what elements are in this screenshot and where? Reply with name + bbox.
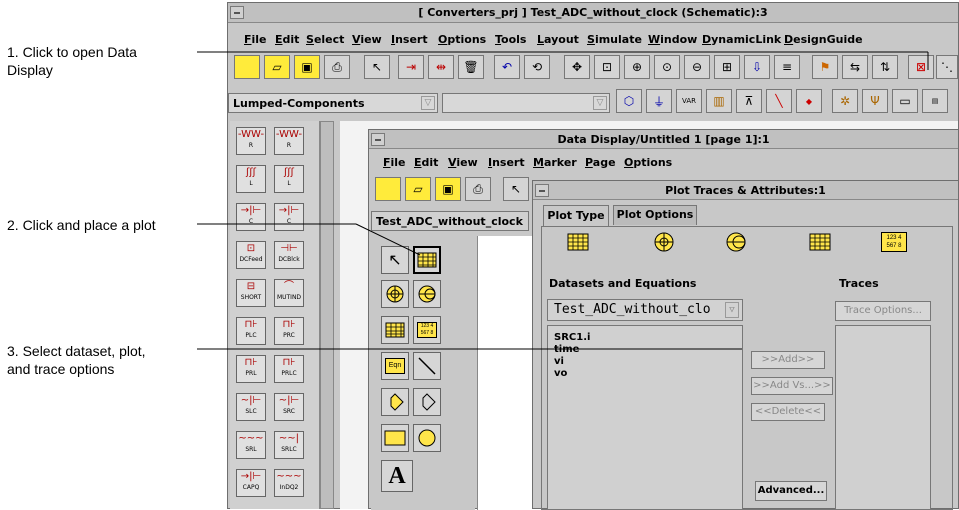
leader-lines: [197, 51, 929, 350]
